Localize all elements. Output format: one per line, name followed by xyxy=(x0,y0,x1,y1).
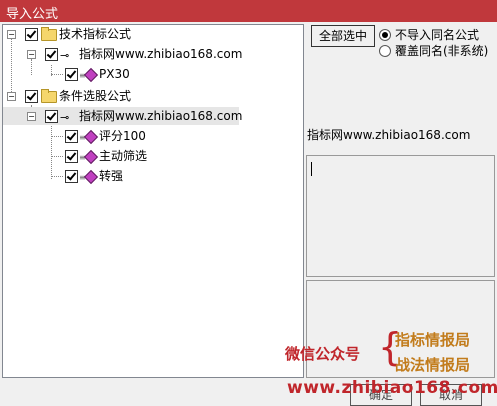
formula-icon xyxy=(83,149,99,165)
watermark-brand1: 指标情报局 xyxy=(395,331,471,349)
tree-node-px30[interactable]: ≡ PX30 xyxy=(3,65,301,83)
formula-icon xyxy=(83,129,99,145)
window-title: 导入公式 xyxy=(6,7,59,22)
px30-label: PX30 xyxy=(99,67,130,81)
group1-label: 技术指标公式 xyxy=(59,27,132,41)
tree-node-active-filter[interactable]: ≡ 主动筛选 xyxy=(3,147,301,165)
collapse-icon[interactable]: − xyxy=(27,50,36,59)
checkbox-active-filter[interactable] xyxy=(65,150,78,163)
checkbox-group1[interactable] xyxy=(25,28,38,41)
formula-tree[interactable]: − 技术指标公式 − ⊸ 指标网www.zhibiao168.com ≡ PX3… xyxy=(2,24,304,378)
folder-icon xyxy=(41,27,57,41)
tree-node-strengthen[interactable]: ≡ 转强 xyxy=(3,167,301,185)
checkbox-score100[interactable] xyxy=(65,130,78,143)
author2-label: 指标网www.zhibiao168.com xyxy=(79,109,243,123)
tree-line xyxy=(51,74,63,75)
key-icon: ⊸ xyxy=(60,111,70,124)
select-all-button[interactable]: 全部选中 xyxy=(311,25,375,47)
formula-description-textarea[interactable] xyxy=(306,155,495,277)
collapse-icon[interactable]: − xyxy=(7,30,16,39)
collapse-icon[interactable]: − xyxy=(27,112,36,121)
strengthen-label: 转强 xyxy=(99,169,124,183)
formula-author-info: 指标网www.zhibiao168.com xyxy=(307,128,471,142)
watermark-brand2: 战法情报局 xyxy=(395,356,471,374)
active-filter-label: 主动筛选 xyxy=(99,149,148,163)
tree-node-author2[interactable]: − ⊸ 指标网www.zhibiao168.com xyxy=(3,107,243,125)
tree-node-group2[interactable]: − 条件选股公式 xyxy=(3,87,301,105)
checkbox-group2[interactable] xyxy=(25,90,38,103)
radio-overwrite-duplicate[interactable] xyxy=(379,45,391,57)
author1-label: 指标网www.zhibiao168.com xyxy=(79,47,243,61)
checkbox-strengthen[interactable] xyxy=(65,170,78,183)
tree-node-author1[interactable]: − ⊸ 指标网www.zhibiao168.com xyxy=(3,45,301,63)
text-caret xyxy=(311,162,312,176)
formula-icon xyxy=(83,169,99,185)
radio-no-import-duplicate[interactable] xyxy=(379,29,391,41)
tree-line xyxy=(51,156,63,157)
checkbox-author2[interactable] xyxy=(45,110,58,123)
folder-icon xyxy=(41,89,57,103)
option-no-import-duplicate-label: 不导入同名公式 xyxy=(395,28,480,42)
title-bar: 导入公式 xyxy=(0,0,497,22)
watermark-wechat: 微信公众号 xyxy=(285,345,361,363)
option-overwrite-duplicate-label: 覆盖同名(非系统) xyxy=(395,44,489,58)
tree-node-score100[interactable]: ≡ 评分100 xyxy=(3,127,301,145)
watermark-url: www.zhibiao168.com xyxy=(287,378,497,398)
checkbox-author1[interactable] xyxy=(45,48,58,61)
tree-line xyxy=(51,136,63,137)
group2-label: 条件选股公式 xyxy=(59,89,132,103)
checkbox-px30[interactable] xyxy=(65,68,78,81)
formula-icon xyxy=(83,67,99,83)
key-icon: ⊸ xyxy=(60,49,70,62)
collapse-icon[interactable]: − xyxy=(7,92,16,101)
tree-line xyxy=(51,176,63,177)
score100-label: 评分100 xyxy=(99,129,146,143)
tree-node-group1[interactable]: − 技术指标公式 xyxy=(3,25,301,43)
